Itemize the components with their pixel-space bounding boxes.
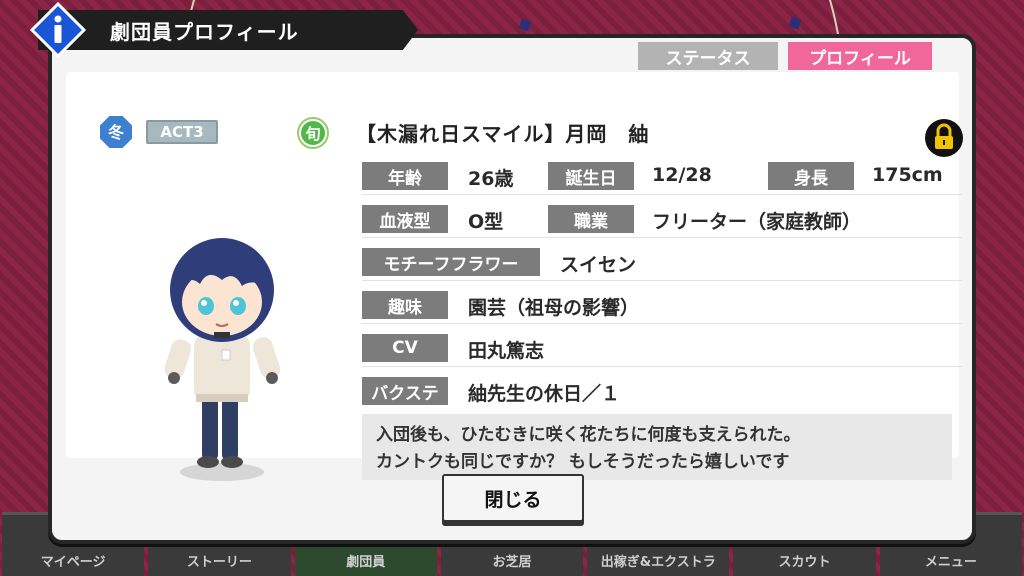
- height-label: 身長: [768, 162, 854, 190]
- profile-card: 冬 ACT3 旬 【木漏れ日スマイル】月岡 紬 年齢 26歳 誕生日 12/28…: [66, 72, 963, 481]
- cv-label: CV: [362, 334, 448, 362]
- season-winter-icon: 冬: [98, 114, 134, 150]
- shun-icon: 旬: [297, 117, 329, 149]
- hobby-row: 趣味 園芸（祖母の影響）: [362, 285, 962, 324]
- character-portrait: [164, 238, 281, 481]
- dialog-title: 劇団員プロフィール: [110, 19, 299, 44]
- blood-job-row: 血液型 O型 職業 フリーター（家庭教師）: [362, 199, 962, 238]
- info-icon: [30, 2, 86, 58]
- hobby-value: 園芸（祖母の影響）: [468, 297, 640, 319]
- flower-value: スイセン: [560, 254, 637, 276]
- birthday-label: 誕生日: [548, 162, 634, 190]
- basic-info-row: 年齢 26歳 誕生日 12/28 身長 175cm: [362, 156, 962, 195]
- profile-dialog: ステータス プロフィール 冬 ACT3 旬 【木漏れ日スマイル】月岡 紬 年齢 …: [48, 34, 976, 544]
- tab-status[interactable]: ステータス: [638, 42, 778, 70]
- age-value: 26歳: [468, 168, 514, 190]
- backstage-row: バクステ 紬先生の休日／１: [362, 371, 962, 409]
- backstage-value[interactable]: 紬先生の休日／１: [468, 379, 620, 406]
- hobby-label: 趣味: [362, 291, 448, 319]
- cv-row: CV 田丸篤志: [362, 328, 962, 367]
- svg-text:旬: 旬: [304, 125, 320, 143]
- age-label: 年齢: [362, 162, 448, 190]
- comment-line: カントクも同じですか？ もしそうだったら嬉しいです: [376, 452, 790, 472]
- flower-row: モチーフフラワー スイセン: [362, 242, 962, 281]
- close-button[interactable]: 閉じる: [442, 474, 584, 522]
- birthday-value: 12/28: [652, 164, 712, 186]
- job-label: 職業: [548, 205, 634, 233]
- blood-label: 血液型: [362, 205, 448, 233]
- backstage-label: バクステ: [362, 377, 448, 405]
- height-value: 175cm: [872, 164, 943, 186]
- flower-label: モチーフフラワー: [362, 248, 540, 276]
- character-comment: 入団後も、ひたむきに咲く花たちに何度も支えられた。 カントクも同じですか？ もし…: [362, 414, 952, 480]
- blood-value: O型: [468, 211, 504, 233]
- comment-line: 入団後も、ひたむきに咲く花たちに何度も支えられた。: [376, 425, 801, 445]
- svg-text:冬: 冬: [108, 123, 124, 142]
- character-name: 【木漏れ日スマイル】月岡 紬: [356, 122, 650, 146]
- dialog-title-bar: 劇団員プロフィール: [38, 10, 418, 50]
- lock-icon[interactable]: [924, 118, 964, 158]
- job-value: フリーター（家庭教師）: [652, 211, 862, 233]
- tab-profile[interactable]: プロフィール: [788, 42, 932, 70]
- act-badge: ACT3: [146, 120, 218, 144]
- cv-value: 田丸篤志: [468, 340, 545, 362]
